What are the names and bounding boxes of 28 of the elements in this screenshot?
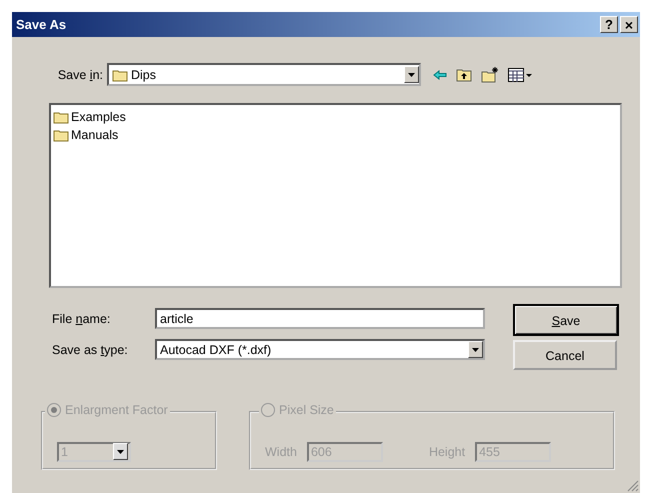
- save-as-type-dropdown[interactable]: Autocad DXF (*.dxf): [155, 339, 485, 360]
- window-title: Save As: [16, 17, 68, 32]
- close-button[interactable]: ×: [620, 16, 638, 33]
- save-as-type-label: Save as type:: [52, 342, 129, 356]
- caret-icon: [408, 72, 415, 76]
- save-button[interactable]: Save: [513, 304, 619, 336]
- height-label: Height: [428, 444, 466, 458]
- resize-grip-icon[interactable]: [627, 480, 639, 492]
- folder-item[interactable]: Manuals: [53, 126, 118, 144]
- folder-icon: [112, 68, 128, 82]
- radio-label: Pixel Size: [279, 403, 334, 417]
- cancel-button[interactable]: Cancel: [513, 340, 617, 370]
- radio-label: Enlargment Factor: [65, 403, 168, 417]
- folder-item[interactable]: Examples: [53, 108, 126, 126]
- save-in-label: Save in:: [56, 68, 103, 82]
- folder-icon: [53, 110, 69, 124]
- save-in-dropdown[interactable]: Dips: [107, 63, 421, 86]
- folder-icon: [53, 128, 69, 142]
- caret-icon: [117, 450, 124, 454]
- file-name-label: File name:: [52, 312, 112, 326]
- width-label: Width: [265, 444, 297, 458]
- new-folder-icon[interactable]: [481, 66, 499, 82]
- file-name-field[interactable]: article: [155, 308, 485, 329]
- back-arrow-icon[interactable]: [433, 70, 447, 80]
- help-button[interactable]: ?: [600, 16, 618, 33]
- up-folder-icon[interactable]: [456, 67, 472, 82]
- view-menu-icon[interactable]: [508, 68, 532, 82]
- caret-icon: [472, 348, 479, 352]
